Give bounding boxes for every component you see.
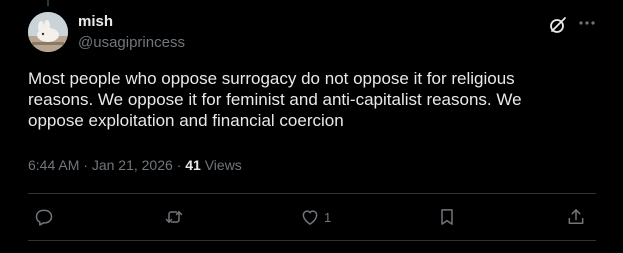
avatar[interactable]	[28, 12, 68, 52]
views-label[interactable]: Views	[205, 157, 242, 173]
avatar-image	[28, 12, 68, 52]
more-options-icon[interactable]	[576, 13, 598, 33]
reply-icon	[35, 209, 53, 226]
bookmark-icon	[441, 209, 453, 225]
heart-icon	[302, 210, 318, 225]
thread-connector-line	[47, 0, 49, 6]
author-display-name[interactable]: mish	[78, 13, 113, 31]
like-count: 1	[324, 209, 332, 225]
tweet-time[interactable]: 6:44 AM	[28, 157, 79, 173]
divider-top	[28, 193, 596, 194]
retweet-icon	[165, 211, 183, 223]
meta-separator: ·	[83, 157, 88, 173]
retweet-button[interactable]	[164, 206, 184, 228]
reply-button[interactable]	[34, 206, 54, 228]
share-button[interactable]	[566, 206, 586, 228]
divider-bottom	[28, 240, 596, 241]
meta-separator: ·	[176, 157, 182, 173]
share-icon	[568, 209, 584, 224]
grok-icon[interactable]	[548, 15, 568, 35]
bookmark-button[interactable]	[437, 206, 457, 228]
views-count[interactable]: 41	[185, 157, 201, 173]
tweet-meta: 6:44 AM · Jan 21, 2026 · 41 Views	[28, 156, 242, 174]
author-handle[interactable]: @usagiprincess	[78, 34, 185, 52]
tweet-date[interactable]: Jan 21, 2026	[92, 157, 173, 173]
like-button[interactable]: 1	[300, 206, 331, 228]
tweet-text: Most people who oppose surrogacy do not …	[28, 69, 522, 130]
